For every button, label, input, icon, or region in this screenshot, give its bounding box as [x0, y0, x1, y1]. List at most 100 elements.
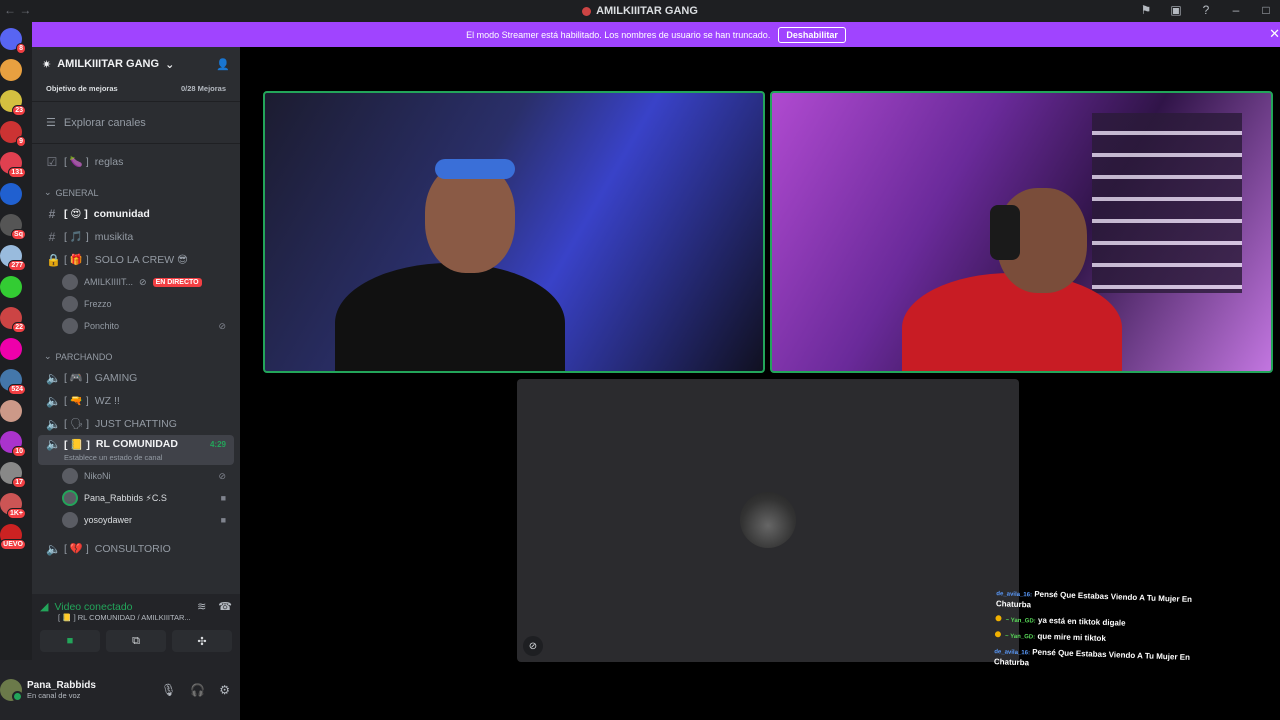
server-icon[interactable]: UEVO — [0, 524, 26, 550]
user-panel: Pana_Rabbids En canal de voz 🎙 🎧 ⚙ — [0, 660, 240, 720]
gear-icon[interactable]: ⚙ — [219, 683, 230, 697]
avatar — [62, 468, 78, 484]
channel-consultorio[interactable]: 🔈 [ 💔 ] CONSULTORIO — [32, 537, 240, 560]
server-icon[interactable] — [0, 183, 22, 205]
server-list: 8 23 9 131 Sq 277 22 524 10 17 1K+ UEVO — [0, 22, 32, 720]
server-icon[interactable]: 17 — [0, 462, 26, 488]
server-icon[interactable]: 277 — [0, 245, 26, 271]
muted-icon: ⊘ — [523, 636, 543, 656]
server-header[interactable]: ✷ AMILKIIITAR GANG ⌄ 👤 — [32, 47, 240, 81]
chat-message: ~ Yan_GD: ya está en tiktok digale — [995, 614, 1215, 633]
invite-icon[interactable]: 👤 — [216, 58, 230, 71]
server-icon[interactable]: 8 — [0, 28, 26, 54]
muted-icon: ⊘ — [218, 470, 226, 481]
server-icon[interactable]: 23 — [0, 90, 26, 116]
signal-icon[interactable]: ◢ — [40, 600, 48, 613]
server-icon[interactable] — [0, 400, 22, 422]
window-title: AMILKIIITAR GANG — [582, 5, 698, 17]
video-tile[interactable] — [263, 91, 765, 373]
chat-message: de_avila_16: Pensé Que Estabas Viendo A … — [995, 589, 1193, 610]
boost-goal[interactable]: Objetivo de mejoras 0/28 Mejoras — [32, 81, 240, 95]
avatar — [62, 490, 78, 506]
video-tile-audio[interactable]: ⊘ — [517, 379, 1019, 662]
voice-user[interactable]: Ponchito ⊘ — [32, 315, 240, 337]
category-parchando[interactable]: ⌄ PARCHANDO — [32, 337, 240, 366]
microphone-icon[interactable]: 🎙 — [161, 683, 176, 697]
username[interactable]: Pana_Rabbids — [27, 680, 96, 691]
camera-button[interactable]: ■ — [40, 630, 100, 652]
disable-streamer-button[interactable]: Deshabilitar — [778, 26, 846, 43]
disconnect-icon[interactable]: ☎ — [218, 600, 232, 613]
coin-icon — [994, 631, 1002, 638]
camera-icon: ■ — [220, 515, 226, 525]
back-forward-icon[interactable]: ← → — [4, 3, 31, 17]
server-icon[interactable]: 1K+ — [0, 493, 26, 519]
live-badge: EN DIRECTO — [152, 277, 202, 287]
channel-comunidad[interactable]: # [ 😍 ] comunidad — [32, 202, 240, 225]
avatar — [62, 296, 78, 312]
boost-count: 0/28 Mejoras — [180, 83, 226, 93]
speaker-icon: 🔈 — [46, 437, 61, 451]
voice-user[interactable]: AMILKIIIIT... ⊘ EN DIRECTO — [32, 271, 240, 293]
channel-musikita[interactable]: # [ 🎵 ] musikita — [32, 225, 240, 248]
channel-wz[interactable]: 🔈 [ 🔫 ] WZ !! — [32, 389, 240, 412]
streamer-video — [902, 273, 1122, 371]
rules-icon: ☑ — [46, 154, 58, 169]
server-icon — [582, 6, 592, 16]
screen-icon[interactable]: ▣ — [1168, 2, 1184, 18]
avatar — [740, 492, 796, 548]
video-tile[interactable] — [770, 91, 1273, 373]
channel-gaming[interactable]: 🔈 [ 🎮 ] GAMING — [32, 366, 240, 389]
speaker-icon: 🔈 — [46, 370, 61, 385]
server-badge-icon: ✷ — [42, 58, 52, 71]
avatar — [62, 274, 78, 290]
activities-button[interactable]: ✣ — [172, 630, 232, 652]
deafened-icon: ⊘ — [139, 276, 147, 287]
headphones-icon[interactable]: 🎧 — [190, 683, 205, 697]
mention-badge: 22 — [12, 322, 26, 333]
voice-user[interactable]: NikoNi ⊘ — [32, 465, 240, 487]
minimize-icon[interactable]: – — [1228, 2, 1244, 18]
title-bar: ← → AMILKIIITAR GANG ⚑ ▣ ? – □ — [0, 0, 1280, 22]
chevron-down-icon: ⌄ — [165, 58, 175, 71]
maximize-icon[interactable]: □ — [1258, 2, 1274, 18]
explore-channels[interactable]: ☰ Explorar canales — [32, 108, 240, 137]
hash-icon: # — [48, 206, 56, 221]
server-icon[interactable] — [0, 338, 22, 360]
screen-share-button[interactable]: ⧉ — [106, 630, 166, 652]
server-icon[interactable]: 22 — [0, 307, 26, 333]
server-icon[interactable]: 9 — [0, 121, 26, 147]
server-icon[interactable] — [0, 59, 22, 81]
camera-icon: ■ — [66, 635, 74, 647]
server-icon[interactable] — [0, 276, 22, 298]
help-icon[interactable]: ? — [1198, 2, 1214, 18]
server-icon[interactable]: 131 — [0, 152, 26, 178]
close-icon[interactable]: ✕ — [1269, 26, 1280, 42]
speaker-icon: 🔈 — [46, 393, 61, 408]
category-general[interactable]: ⌄ GENERAL — [32, 173, 240, 202]
channel-status[interactable]: Establece un estado de canal — [46, 453, 226, 462]
user-avatar[interactable] — [0, 679, 23, 702]
voice-user[interactable]: Pana_Rabbids ⚡C.S ■ — [32, 487, 240, 509]
voice-user[interactable]: yosoydawer ■ — [32, 509, 240, 531]
chevron-down-icon: ⌄ — [44, 351, 52, 361]
channel-rules[interactable]: ☑ [ 🍆 ] reglas — [32, 150, 240, 173]
avatar — [62, 512, 78, 528]
mention-badge: 17 — [12, 477, 26, 488]
noise-suppression-icon[interactable]: ≋ — [197, 600, 206, 613]
voice-channel-path[interactable]: [ 📒 ] RL COMUNIDAD / AMILKIIITAR... — [58, 613, 232, 622]
server-icon[interactable]: 10 — [0, 431, 26, 457]
speaker-icon: 🔈 — [46, 541, 61, 556]
voice-user[interactable]: Frezzo — [32, 293, 240, 315]
server-icon[interactable]: 524 — [0, 369, 26, 395]
divider — [32, 143, 240, 144]
channel-solo-la-crew[interactable]: 🔒 [ 🎁 ] SOLO LA CREW 😎 — [32, 248, 240, 271]
banner-text: El modo Streamer está habilitado. Los no… — [466, 29, 771, 40]
avatar — [62, 318, 78, 334]
channel-just-chatting[interactable]: 🔈 [ 🗣 ] JUST CHATTING — [32, 412, 240, 435]
server-icon[interactable]: Sq — [0, 214, 26, 240]
inbox-icon[interactable]: ⚑ — [1138, 2, 1154, 18]
channel-rl-comunidad[interactable]: 🔈 [ 📒 ] RL COMUNIDAD 4:29 Establece un e… — [38, 435, 234, 465]
hash-icon: # — [48, 229, 56, 244]
voice-status[interactable]: Video conectado — [54, 601, 132, 613]
